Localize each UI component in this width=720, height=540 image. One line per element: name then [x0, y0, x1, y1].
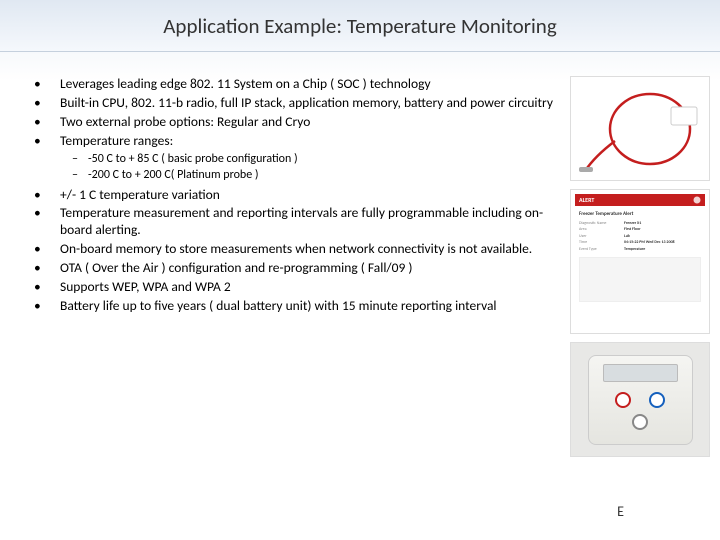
bullet-item: On-board memory to store measurements wh… — [30, 241, 558, 258]
device-button-gray-icon — [632, 414, 648, 430]
slide-title: Application Example: Temperature Monitor… — [163, 13, 556, 39]
device-button-blue-icon — [649, 392, 665, 408]
bullet-column: Leverages leading edge 802. 11 System on… — [30, 76, 558, 457]
bullet-item: OTA ( Over the Air ) configuration and r… — [30, 260, 558, 277]
device-lcd — [603, 364, 678, 382]
probe-wire-icon — [575, 81, 705, 176]
alert-row: Event TypeTemperature — [579, 247, 701, 253]
bullet-text: OTA ( Over the Air ) configuration and r… — [60, 260, 412, 277]
bullet-text: Two external probe options: Regular and … — [60, 114, 310, 131]
bullet-item: Supports WEP, WPA and WPA 2 — [30, 279, 558, 296]
bullet-item: Built-in CPU, 802. 11-b radio, full IP s… — [30, 95, 558, 112]
bullet-text: Leverages leading edge 802. 11 System on… — [60, 76, 431, 93]
sub-bullet-item: -50 C to + 85 C ( basic probe configurat… — [30, 152, 558, 167]
bullet-item: +/- 1 C temperature variation — [30, 187, 558, 204]
bullet-item: Battery life up to five years ( dual bat… — [30, 298, 558, 315]
sub-bullet-item: -200 C to + 200 C( Platinum probe ) — [30, 168, 558, 183]
bullet-text: Battery life up to five years ( dual bat… — [60, 298, 497, 315]
bullet-text: Supports WEP, WPA and WPA 2 — [60, 279, 231, 296]
device-image — [570, 342, 710, 457]
main-bullet-list: Leverages leading edge 802. 11 System on… — [30, 76, 558, 150]
device-button-red-icon — [615, 392, 631, 408]
bullet-item: Temperature ranges: — [30, 133, 558, 150]
alert-badge-icon — [693, 196, 701, 204]
alert-value: Temperature — [624, 247, 645, 253]
alert-title: Freezer Temperature Alert — [579, 210, 701, 218]
sub-bullet-list: -50 C to + 85 C ( basic probe configurat… — [30, 152, 558, 183]
device-button-row — [615, 392, 665, 408]
bullet-item: Two external probe options: Regular and … — [30, 114, 558, 131]
alert-screenshot: ALERT Freezer Temperature Alert Diagnost… — [570, 189, 710, 334]
alert-label: Event Type — [579, 247, 624, 253]
device-button-row — [632, 414, 648, 430]
bullet-text: On-board memory to store measurements wh… — [60, 241, 532, 258]
content-area: Leverages leading edge 802. 11 System on… — [0, 52, 720, 467]
corner-letter: E — [617, 503, 624, 520]
bullet-text: +/- 1 C temperature variation — [60, 187, 220, 204]
alert-header-bar: ALERT — [575, 194, 705, 206]
probe-image — [570, 76, 710, 181]
alert-chart-placeholder — [579, 257, 701, 302]
alert-bar-label: ALERT — [579, 196, 594, 204]
sub-bullet-text: -50 C to + 85 C ( basic probe configurat… — [88, 152, 298, 167]
bullet-item: Leverages leading edge 802. 11 System on… — [30, 76, 558, 93]
bullet-text: Built-in CPU, 802. 11-b radio, full IP s… — [60, 95, 553, 112]
bullet-text: Temperature measurement and reporting in… — [60, 205, 558, 239]
device-front-panel — [588, 355, 693, 445]
title-band: Application Example: Temperature Monitor… — [0, 0, 720, 52]
bullet-text: Temperature ranges: — [60, 133, 173, 150]
alert-body: Freezer Temperature Alert Diagnostic Nam… — [575, 206, 705, 306]
bullet-item: Temperature measurement and reporting in… — [30, 205, 558, 239]
sub-bullet-text: -200 C to + 200 C( Platinum probe ) — [88, 168, 259, 183]
main-bullet-list-2: +/- 1 C temperature variation Temperatur… — [30, 187, 558, 315]
image-column: ALERT Freezer Temperature Alert Diagnost… — [570, 76, 710, 457]
